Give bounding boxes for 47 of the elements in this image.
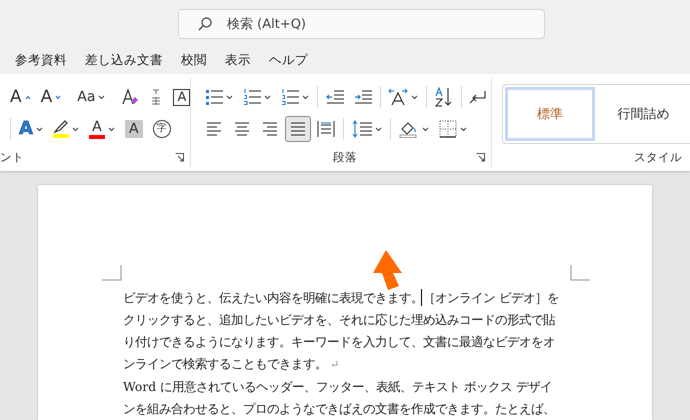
style-item[interactable]: 行間詰め: [598, 87, 688, 142]
corner-mark-icon: [570, 265, 590, 281]
shrink-font-button[interactable]: A: [36, 84, 66, 110]
ribbon-tab[interactable]: ヘルプ: [260, 50, 317, 71]
search-field[interactable]: 検索 (Alt+Q): [178, 9, 545, 39]
alignment-icon: [205, 120, 223, 138]
eraser-icon: [121, 88, 140, 106]
grow-font-button[interactable]: A: [6, 84, 35, 110]
borders-icon: [439, 120, 457, 138]
alignment-icon: [289, 120, 307, 138]
text-effects-button[interactable]: A: [15, 116, 47, 142]
search-icon: [198, 17, 212, 31]
group-label: スタイル: [634, 150, 682, 165]
ribbon-tab[interactable]: 校閲: [172, 50, 216, 71]
line-spacing-icon: [352, 120, 372, 138]
list-icon: [243, 89, 261, 106]
return-arrow-icon: [469, 90, 487, 104]
ribbon-tab[interactable]: 表示: [216, 50, 260, 71]
character-border-button[interactable]: A: [169, 84, 194, 110]
dialog-launcher-icon[interactable]: [476, 153, 485, 162]
list-icon: [281, 89, 299, 106]
group-label: 段落: [333, 150, 357, 165]
alignment-icon: [317, 120, 335, 138]
body-paragraph: ビデオを使うと、伝えたい内容を明確に表現できます。［オンライン ビデオ］を クリックすると、追加したいビデオを、それに応じた埋め込みコードの形式で貼 り付けできるようになります。キーワードを入力して、文書に最適なビデオをオ ンラインで検索することもできます。 ↵: [123, 290, 559, 371]
sort-icon: [434, 87, 452, 108]
marker-pen-icon: [52, 120, 69, 134]
alignment-icon: [233, 120, 251, 138]
caret-icon: [24, 94, 31, 100]
ribbon-tab[interactable]: 参考資料: [6, 50, 76, 71]
character-shading-button[interactable]: A: [120, 116, 147, 142]
alignment-icon: [261, 120, 279, 138]
text-direction-icon: [388, 88, 408, 106]
justify-button[interactable]: [285, 116, 311, 142]
ribbon-tab[interactable]: 差し込み文書: [76, 50, 172, 71]
list-icon: [205, 89, 223, 106]
corner-mark-icon: [102, 265, 122, 281]
change-case-button[interactable]: Aa: [73, 84, 110, 110]
caret-icon: [55, 94, 62, 100]
indent-icon: [354, 90, 372, 104]
enclose-character-button[interactable]: 字: [148, 116, 175, 142]
indent-icon: [326, 90, 344, 104]
paint-bucket-icon: [399, 120, 419, 138]
font-color-button[interactable]: A: [84, 116, 119, 142]
dialog-launcher-icon[interactable]: [175, 153, 184, 162]
group-label: ント: [0, 150, 24, 165]
style-item[interactable]: 標準: [505, 87, 594, 142]
body-paragraph: Word に用意されているヘッダー、フッター、表紙、テキスト ボックス デザイ ンを組み合わせると、プロのようなできばえの文書を作成できます。たとえば、: [123, 379, 555, 416]
